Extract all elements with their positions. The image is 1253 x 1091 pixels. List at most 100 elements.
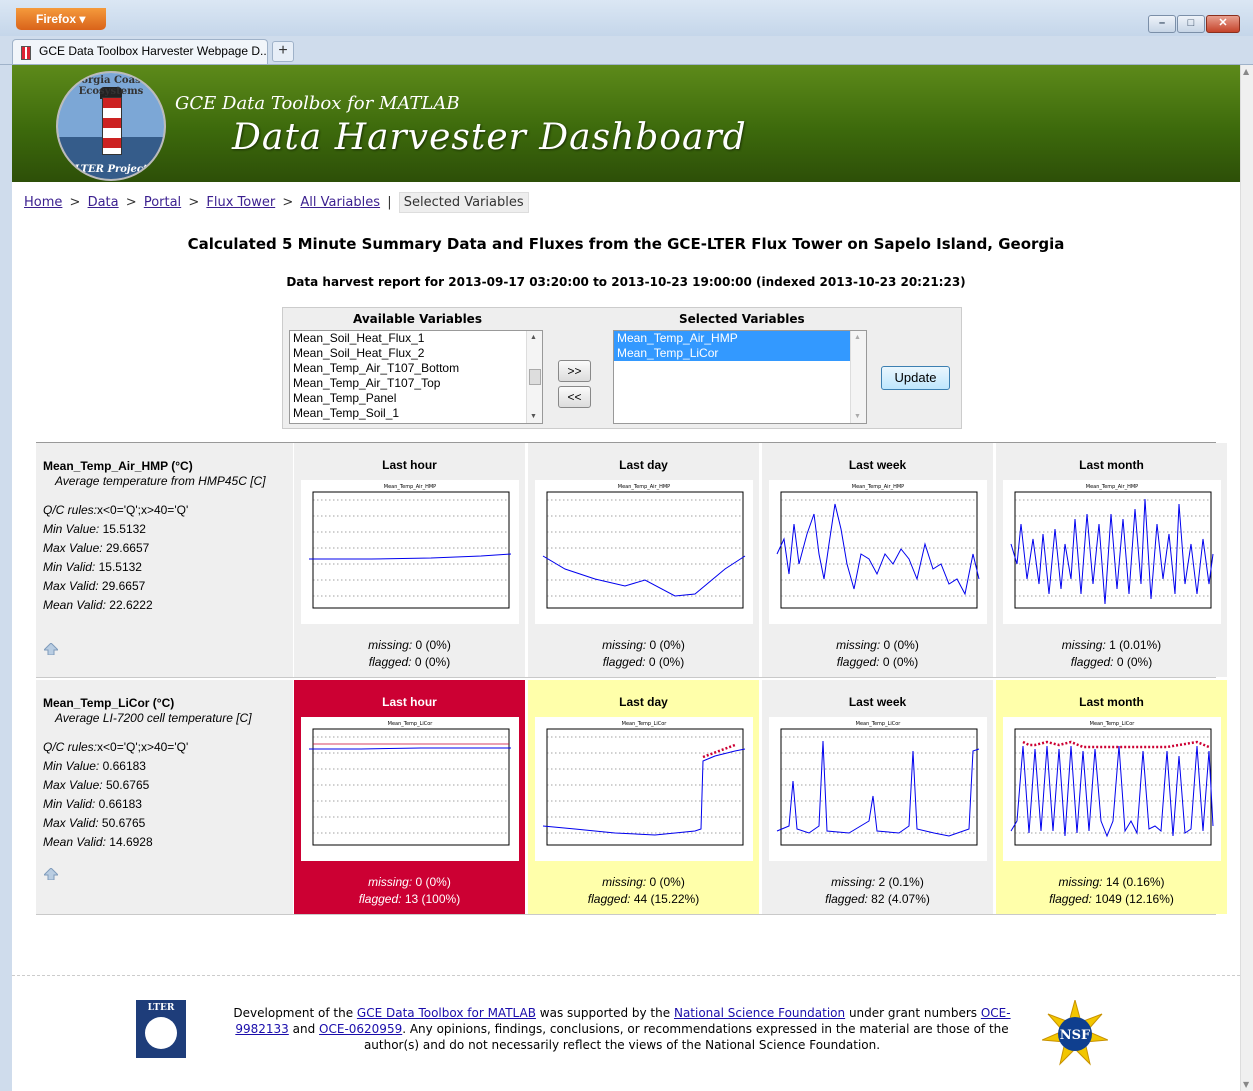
scroll-thumb[interactable] — [529, 369, 541, 385]
time-series-plot[interactable]: Mean_Temp_Air_HMP — [535, 480, 753, 624]
breadcrumb-all-variables[interactable]: All Variables — [300, 195, 380, 210]
time-series-plot[interactable]: Mean_Temp_Air_HMP — [1003, 480, 1221, 624]
header-banner: Georgia Coastal Ecosystems LTER Project … — [12, 65, 1240, 182]
time-series-plot[interactable]: Mean_Temp_LiCor — [535, 717, 753, 861]
variable-row: Mean_Temp_Air_HMP (°C) Average temperatu… — [36, 443, 1227, 678]
available-variable-option[interactable]: Mean_Temp_Air_T107_Top — [290, 376, 542, 391]
update-button[interactable]: Update — [881, 366, 950, 390]
plot-panel: Last week Mean_Temp_LiCor missing: 2 (0.… — [762, 680, 993, 914]
lter-logo[interactable]: LTER — [136, 1000, 186, 1058]
back-to-top-icon[interactable] — [44, 643, 58, 655]
back-to-top-icon[interactable] — [44, 868, 58, 880]
missing-count: missing: 0 (0%) — [368, 875, 451, 889]
panel-title: Last hour — [382, 695, 437, 709]
variable-description: Average temperature from HMP45C [C] — [55, 474, 266, 488]
variable-name: Mean_Temp_LiCor (°C) — [43, 696, 175, 710]
flagged-count: flagged: 44 (15.22%) — [587, 892, 700, 906]
banner-subtitle: GCE Data Toolbox for MATLAB — [175, 93, 460, 114]
flagged-count: flagged: 0 (0%) — [1070, 655, 1153, 669]
time-series-plot[interactable]: Mean_Temp_Air_HMP — [769, 480, 987, 624]
max-value: Max Value: 50.6765 — [43, 778, 150, 792]
breadcrumb-flux-tower[interactable]: Flux Tower — [206, 195, 275, 210]
nsf-link[interactable]: National Science Foundation — [674, 1006, 845, 1020]
panel-title: Last week — [848, 458, 907, 472]
plot-frame — [780, 728, 978, 846]
plot-panel: Last month Mean_Temp_LiCor missing: 14 (… — [996, 680, 1227, 914]
plot-frame — [312, 491, 510, 609]
available-variables-list[interactable]: Mean_Soil_Heat_Flux_1 Mean_Soil_Heat_Flux… — [289, 330, 543, 424]
grant-oce-0620959-link[interactable]: OCE-0620959 — [319, 1022, 402, 1036]
gce-lter-logo[interactable]: Georgia Coastal Ecosystems LTER Project — [56, 71, 166, 181]
selected-variables-list[interactable]: Mean_Temp_Air_HMP Mean_Temp_LiCor ▲ ▼ — [613, 330, 867, 424]
scroll-down-icon[interactable]: ▼ — [530, 413, 537, 420]
tab-bar: GCE Data Toolbox Harvester Webpage D... … — [0, 36, 1253, 65]
lter-logo-text: LTER — [147, 1003, 175, 1013]
scroll-up-icon[interactable]: ▲ — [1243, 67, 1249, 76]
close-window-button[interactable]: ✕ — [1206, 15, 1240, 33]
firefox-menu-button[interactable]: Firefox ▾ — [16, 8, 106, 30]
nsf-logo-text: NSF — [1060, 1028, 1091, 1043]
missing-count: missing: 0 (0%) — [836, 638, 919, 652]
scroll-up-icon[interactable]: ▲ — [530, 334, 537, 341]
available-variable-option[interactable]: Mean_Temp_Soil_1 — [290, 406, 542, 421]
missing-count: missing: 0 (0%) — [368, 638, 451, 652]
scroll-down-icon[interactable]: ▼ — [854, 413, 861, 420]
plus-icon: + — [278, 42, 288, 59]
qc-rules: Q/C rules:x<0='Q';x>40='Q' — [43, 503, 189, 517]
time-series-plot[interactable]: Mean_Temp_LiCor — [301, 717, 519, 861]
min-valid: Min Valid: 0.66183 — [43, 797, 142, 811]
missing-flagged-counts: missing: 0 (0%) flagged: 0 (0%) — [294, 637, 525, 671]
scroll-up-icon[interactable]: ▲ — [854, 334, 861, 341]
series-line — [1010, 745, 1214, 838]
lter-seal-icon — [145, 1017, 177, 1049]
plot-panel: Last day Mean_Temp_LiCor missing: 0 (0%)… — [528, 680, 759, 914]
plot-title: Mean_Temp_Air_HMP — [1086, 484, 1138, 490]
minimize-icon: – — [1158, 17, 1166, 29]
breadcrumb-data[interactable]: Data — [88, 195, 119, 210]
series-line — [776, 740, 980, 837]
time-series-plot[interactable]: Mean_Temp_LiCor — [1003, 717, 1221, 861]
time-series-plot[interactable]: Mean_Temp_Air_HMP — [301, 480, 519, 624]
new-tab-button[interactable]: + — [272, 41, 294, 62]
flagged-count: flagged: 0 (0%) — [836, 655, 919, 669]
selected-variable-option[interactable]: Mean_Temp_LiCor — [614, 346, 866, 361]
breadcrumb-home[interactable]: Home — [24, 195, 62, 210]
maximize-button[interactable]: □ — [1177, 15, 1205, 33]
plot-frame — [546, 728, 744, 846]
missing-count: missing: 2 (0.1%) — [831, 875, 924, 889]
page-content: Georgia Coastal Ecosystems LTER Project … — [12, 65, 1240, 1091]
scroll-down-icon[interactable]: ▼ — [1243, 1080, 1249, 1089]
selected-variables-label: Selected Variables — [679, 312, 805, 326]
nsf-logo[interactable]: NSF — [1042, 1000, 1108, 1066]
variable-info: Mean_Temp_Air_HMP (°C) Average temperatu… — [36, 443, 293, 677]
remove-variable-button[interactable]: << — [558, 386, 591, 408]
firefox-menu-label: Firefox — [36, 12, 77, 26]
available-variable-option[interactable]: Mean_Soil_Heat_Flux_1 — [290, 331, 542, 346]
add-variable-button[interactable]: >> — [558, 360, 591, 382]
browser-tab[interactable]: GCE Data Toolbox Harvester Webpage D... — [12, 39, 268, 64]
missing-flagged-counts: missing: 0 (0%) flagged: 0 (0%) — [528, 637, 759, 671]
series-line — [309, 553, 512, 560]
plot-frame — [546, 491, 744, 609]
breadcrumb-portal[interactable]: Portal — [144, 195, 181, 210]
page-scrollbar[interactable]: ▲ ▼ — [1240, 65, 1253, 1091]
missing-count: missing: 14 (0.16%) — [1058, 875, 1165, 889]
footer-text: Development of the GCE Data Toolbox for … — [233, 1006, 1011, 1052]
missing-count: missing: 0 (0%) — [602, 638, 685, 652]
selected-variable-option[interactable]: Mean_Temp_Air_HMP — [614, 331, 866, 346]
gce-toolbox-link[interactable]: GCE Data Toolbox for MATLAB — [357, 1006, 536, 1020]
available-list-scrollbar[interactable]: ▲ ▼ — [526, 331, 542, 423]
plot-title: Mean_Temp_LiCor — [622, 721, 668, 727]
panel-title: Last month — [1079, 695, 1144, 709]
available-variable-option[interactable]: Mean_Temp_Panel — [290, 391, 542, 406]
minimize-button[interactable]: – — [1148, 15, 1176, 33]
series-line — [309, 747, 511, 750]
panel-title: Last day — [619, 695, 668, 709]
time-series-plot[interactable]: Mean_Temp_LiCor — [769, 717, 987, 861]
available-variable-option[interactable]: Mean_Soil_Heat_Flux_2 — [290, 346, 542, 361]
available-variable-option[interactable]: Mean_Temp_Air_T107_Bottom — [290, 361, 542, 376]
logo-top-text: Georgia Coastal Ecosystems — [66, 75, 156, 97]
max-value: Max Value: 29.6657 — [43, 541, 150, 555]
selected-list-scrollbar[interactable]: ▲ ▼ — [850, 331, 866, 423]
missing-flagged-counts: missing: 14 (0.16%) flagged: 1049 (12.16… — [996, 874, 1227, 908]
